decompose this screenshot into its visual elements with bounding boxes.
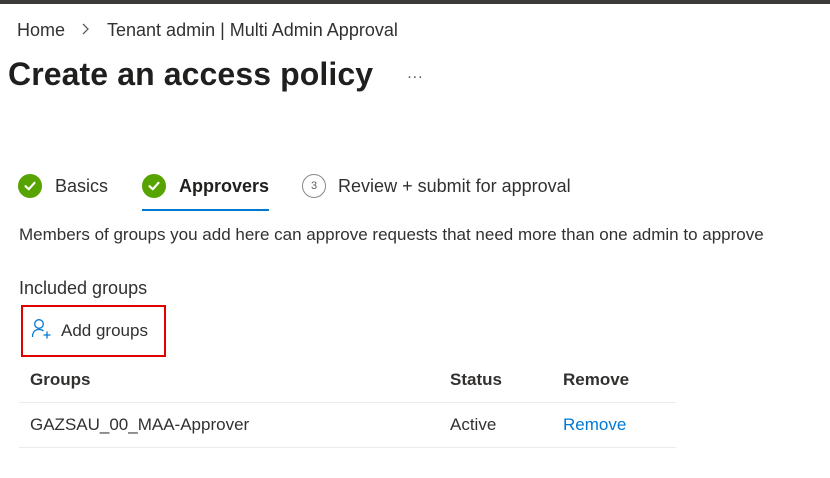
column-header-remove[interactable]: Remove (563, 370, 676, 390)
column-header-groups[interactable]: Groups (19, 370, 439, 390)
step-review-submit[interactable]: 3 Review + submit for approval (302, 170, 571, 202)
step-basics[interactable]: Basics (18, 170, 108, 202)
step-label: Basics (55, 175, 109, 196)
checkmark-icon (18, 174, 42, 198)
groups-table: Groups Status Remove GAZSAU_00_MAA-Appro… (19, 358, 676, 448)
add-groups-button[interactable]: Add groups (21, 305, 166, 357)
step-number-badge: 3 (302, 174, 327, 198)
table-row: GAZSAU_00_MAA-Approver Active Remove (19, 403, 676, 448)
checkmark-icon (142, 174, 167, 198)
add-groups-label: Add groups (61, 321, 148, 340)
table-header-row: Groups Status Remove (19, 358, 676, 403)
page-title: Create an access policy (8, 55, 374, 92)
remove-cell: Remove (563, 415, 676, 435)
more-options-icon[interactable]: ... (407, 65, 423, 83)
breadcrumb: Home Tenant admin | Multi Admin Approval (17, 18, 398, 42)
group-name-cell: GAZSAU_00_MAA-Approver (30, 415, 250, 434)
step-approvers[interactable]: Approvers (142, 170, 270, 211)
breadcrumb-home-link[interactable]: Home (17, 20, 65, 41)
remove-group-link[interactable]: Remove (563, 415, 626, 434)
title-row: Create an access policy ... (8, 52, 424, 96)
wizard-steps: Basics Approvers 3 Review + submit for a… (18, 166, 605, 211)
step-label: Review + submit for approval (338, 175, 571, 196)
column-header-status[interactable]: Status (439, 370, 563, 390)
approvers-description: Members of groups you add here can appro… (19, 225, 764, 244)
included-groups-heading: Included groups (19, 278, 148, 298)
top-bar (0, 0, 830, 4)
status-cell: Active (450, 415, 497, 434)
step-label: Approvers (179, 175, 270, 196)
chevron-right-icon (81, 23, 89, 38)
add-person-icon (31, 318, 53, 345)
breadcrumb-tenant-admin-link[interactable]: Tenant admin | Multi Admin Approval (107, 20, 398, 41)
